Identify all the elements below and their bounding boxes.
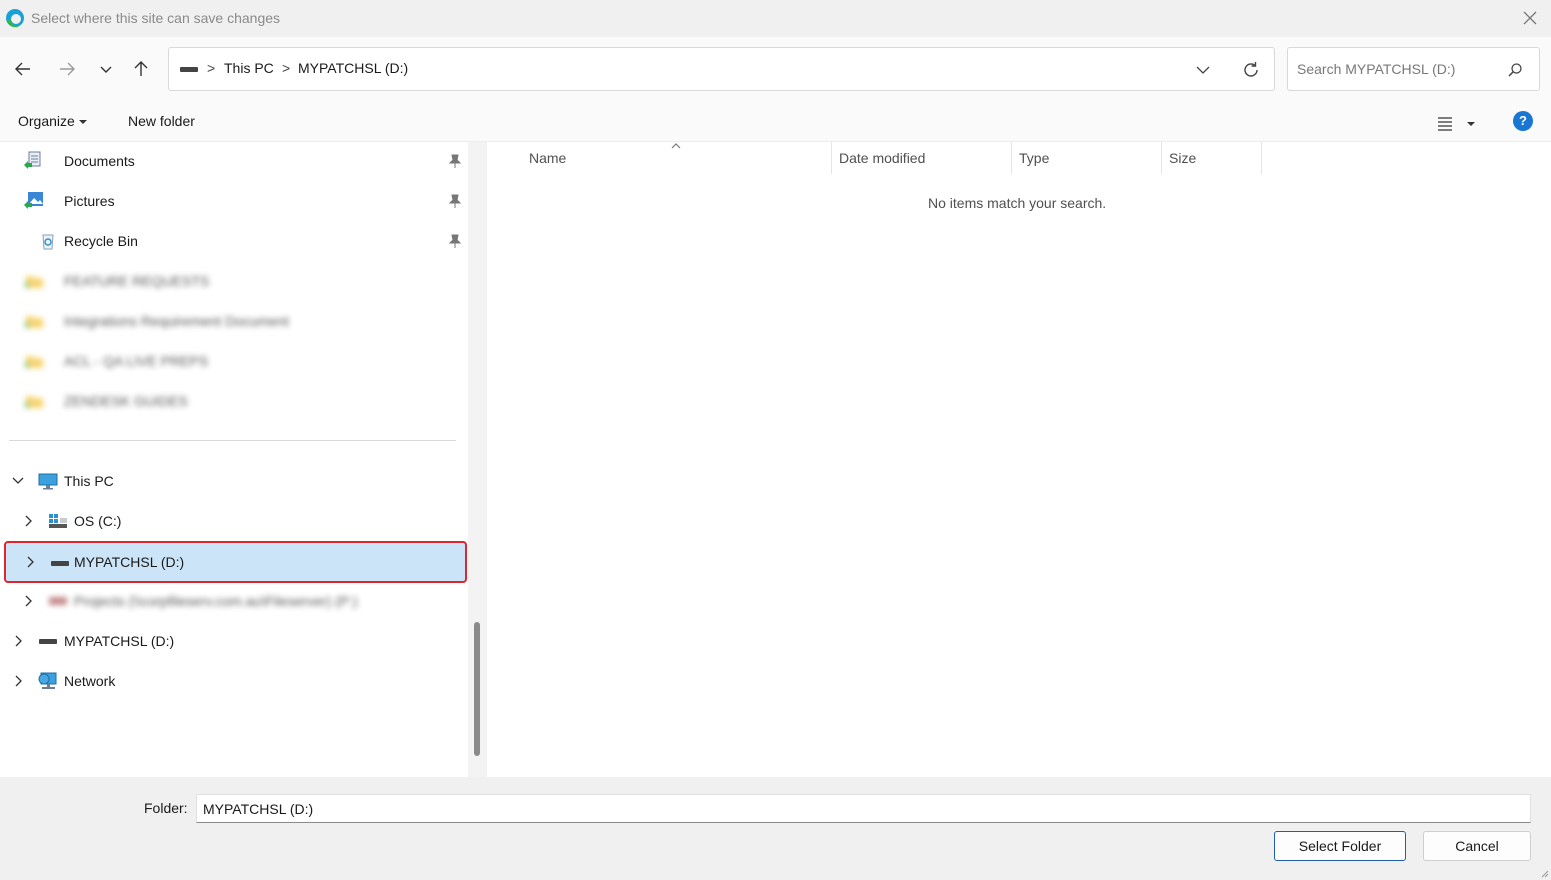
chevron-right-icon[interactable]: [24, 515, 34, 527]
title-bar: Select where this site can save changes: [0, 0, 1551, 37]
sidebar-item-label: Recycle Bin: [64, 233, 138, 249]
pin-icon[interactable]: [449, 154, 461, 168]
sidebar-item-label: ZENDESK GUIDES: [64, 393, 188, 409]
breadcrumb-separator: >: [282, 60, 291, 76]
tree-item-this-pc[interactable]: This PC: [0, 462, 466, 500]
command-bar: Organize New folder ?: [0, 102, 1551, 142]
drive-icon: [180, 67, 198, 72]
sidebar-item-label: Pictures: [64, 193, 115, 209]
sidebar-item-label: ACL - QA LIVE PREPS: [64, 353, 209, 369]
drive-icon: [51, 561, 69, 566]
arrow-right-icon[interactable]: [57, 59, 77, 79]
address-bar[interactable]: > This PC > MYPATCHSL (D:): [168, 47, 1275, 91]
search-box[interactable]: [1287, 47, 1540, 91]
close-icon[interactable]: [1521, 9, 1539, 27]
sidebar-item-folder[interactable]: ZENDESK GUIDES: [0, 382, 466, 420]
organize-button[interactable]: Organize: [18, 113, 87, 129]
sidebar-item-folder[interactable]: ACL - QA LIVE PREPS: [0, 342, 466, 380]
column-header-date-modified[interactable]: Date modified: [839, 150, 925, 166]
search-icon[interactable]: [1507, 62, 1523, 78]
chevron-down-icon[interactable]: [12, 476, 24, 486]
chevron-down-icon[interactable]: [96, 59, 116, 79]
chevron-right-icon[interactable]: [14, 675, 24, 687]
folder-icon: [24, 276, 43, 289]
folder-label: Folder:: [144, 800, 188, 816]
tree-item-label: OS (C:): [74, 513, 122, 529]
tree-item-label: This PC: [64, 473, 114, 489]
sidebar-item-folder[interactable]: Integrations Requirement Document: [0, 302, 466, 340]
pin-icon[interactable]: [449, 234, 461, 248]
column-separator[interactable]: [831, 142, 832, 174]
breadcrumb-this-pc[interactable]: This PC: [224, 60, 274, 76]
tree-item-network[interactable]: Network: [0, 662, 466, 700]
navigation-pane: Documents Pictures Recycle Bin FEATURE R…: [0, 142, 468, 777]
arrow-up-icon[interactable]: [131, 59, 151, 79]
tree-item-mypatchsl-d[interactable]: MYPATCHSL (D:): [0, 622, 466, 660]
chevron-down-icon[interactable]: [1194, 61, 1212, 79]
organize-label: Organize: [18, 113, 75, 129]
sidebar-item-folder[interactable]: FEATURE REQUESTS: [0, 262, 466, 300]
search-input[interactable]: [1297, 58, 1497, 80]
file-list-pane: Name Date modified Type Size No items ma…: [487, 142, 1551, 777]
column-separator[interactable]: [1261, 142, 1262, 174]
windows-drive-icon: [49, 514, 67, 528]
resize-grip-icon[interactable]: [1539, 868, 1549, 878]
help-icon[interactable]: ?: [1513, 111, 1533, 131]
sidebar-item-label: FEATURE REQUESTS: [64, 273, 210, 289]
sort-ascending-icon: [671, 143, 681, 149]
tree-item-label: MYPATCHSL (D:): [64, 633, 175, 649]
window-title: Select where this site can save changes: [31, 10, 281, 26]
network-drive-icon: [49, 597, 67, 605]
empty-message: No items match your search.: [928, 195, 1107, 211]
column-header-name[interactable]: Name: [529, 150, 566, 166]
tree-item-mypatchsl-d-selected[interactable]: MYPATCHSL (D:): [4, 541, 467, 583]
breadcrumb-separator: >: [207, 60, 216, 76]
divider: [9, 440, 456, 441]
folder-name-input[interactable]: [196, 794, 1531, 823]
caret-down-icon: [78, 120, 87, 125]
edge-browser-icon: [6, 9, 24, 28]
tree-item-label: Projects (\\corpfileserv.com.au\Fileserv…: [74, 593, 358, 609]
column-separator[interactable]: [1161, 142, 1162, 174]
sidebar-item-label: Documents: [64, 153, 135, 169]
refresh-icon[interactable]: [1241, 60, 1261, 80]
tree-item-os-c[interactable]: OS (C:): [0, 502, 466, 540]
sidebar-item-documents[interactable]: Documents: [0, 142, 466, 180]
tree-item-label: MYPATCHSL (D:): [74, 554, 185, 570]
folder-icon: [24, 356, 43, 369]
breadcrumb-drive[interactable]: MYPATCHSL (D:): [298, 60, 408, 76]
network-icon: [38, 672, 57, 689]
navigation-bar: > This PC > MYPATCHSL (D:): [0, 37, 1551, 102]
chevron-right-icon[interactable]: [26, 556, 36, 568]
folder-icon: [24, 316, 43, 329]
navigation-pane-scrollbar[interactable]: [474, 622, 480, 756]
column-separator[interactable]: [1011, 142, 1012, 174]
tree-item-label: Network: [64, 673, 116, 689]
view-options-icon[interactable]: [1436, 113, 1478, 133]
folder-icon: [24, 396, 43, 409]
tree-item-network-drive[interactable]: Projects (\\corpfileserv.com.au\Fileserv…: [0, 582, 466, 620]
new-folder-button[interactable]: New folder: [128, 113, 195, 129]
column-header-size[interactable]: Size: [1169, 150, 1196, 166]
pin-icon[interactable]: [449, 194, 461, 208]
arrow-left-icon[interactable]: [13, 59, 33, 79]
cancel-button[interactable]: Cancel: [1423, 831, 1531, 861]
pictures-icon: [24, 192, 43, 209]
recycle-bin-icon: [42, 234, 54, 250]
chevron-right-icon[interactable]: [24, 595, 34, 607]
sidebar-item-pictures[interactable]: Pictures: [0, 182, 466, 220]
chevron-right-icon[interactable]: [14, 635, 24, 647]
select-folder-button[interactable]: Select Folder: [1274, 831, 1406, 861]
computer-icon: [38, 473, 58, 490]
drive-icon: [39, 639, 57, 644]
sidebar-item-label: Integrations Requirement Document: [64, 313, 289, 329]
dialog-footer: Folder: Select Folder Cancel: [0, 777, 1551, 880]
column-header-type[interactable]: Type: [1019, 150, 1049, 166]
documents-icon: [24, 151, 41, 169]
sidebar-item-recycle-bin[interactable]: Recycle Bin: [0, 222, 466, 260]
